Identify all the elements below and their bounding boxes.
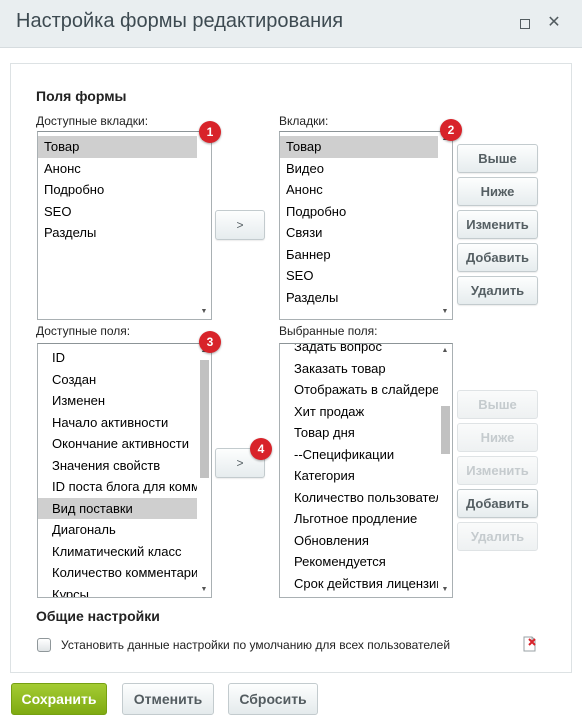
tab-up-button[interactable]: Выше — [457, 144, 538, 173]
cancel-button[interactable]: Отменить — [122, 683, 214, 715]
selected-fields-scrollbar[interactable]: ▲ ▼ — [438, 344, 452, 597]
tabs-list[interactable]: Товар Видео Анонс Подробно Связи Баннер SEO Раз… — [279, 131, 453, 320]
list-item[interactable]: Анонс — [38, 158, 197, 180]
list-item[interactable]: Связи — [280, 222, 438, 244]
list-item[interactable]: Задать вопрос — [280, 344, 438, 358]
scroll-down-icon[interactable]: ▼ — [197, 584, 211, 596]
list-item[interactable]: Видео — [280, 158, 438, 180]
list-item[interactable]: Подробно — [38, 179, 197, 201]
list-item[interactable]: Анонс — [280, 179, 438, 201]
list-item[interactable]: Создан — [38, 369, 197, 391]
list-item[interactable]: Начало активности — [38, 412, 197, 434]
list-item[interactable]: Климатический класс — [38, 541, 197, 563]
list-item[interactable]: Курсы — [38, 584, 197, 598]
default-for-all-label[interactable]: Установить данные настройки по умолчанию… — [61, 638, 450, 652]
badge-3: 3 — [199, 331, 221, 353]
available-tabs-scrollbar[interactable]: ▲ ▼ — [197, 132, 211, 319]
list-item[interactable]: Баннер — [280, 244, 438, 266]
available-fields-label: Доступные поля: — [36, 324, 131, 338]
list-item[interactable]: Категория — [280, 465, 438, 487]
list-item[interactable]: Изменен — [38, 390, 197, 412]
list-item[interactable]: Обновления — [280, 530, 438, 552]
list-item[interactable]: Срок действия лицензии — [280, 573, 438, 595]
list-item[interactable]: Вид поставки — [38, 497, 197, 519]
available-fields-scrollbar[interactable]: ▲ ▼ — [197, 344, 211, 597]
scroll-thumb[interactable] — [200, 360, 209, 478]
list-item[interactable]: Товар — [280, 136, 438, 158]
list-item[interactable]: Разделы — [280, 287, 438, 309]
list-item[interactable]: Рекомендуется — [280, 551, 438, 573]
list-item[interactable]: Диагональ — [38, 519, 197, 541]
close-icon[interactable]: ✕ — [546, 15, 562, 31]
list-item[interactable]: Значения свойств — [38, 455, 197, 477]
scroll-down-icon[interactable]: ▼ — [197, 306, 211, 318]
selected-fields-list[interactable]: Задать вопрос Заказать товар Отображать в … — [279, 343, 453, 598]
list-item[interactable]: Товар — [38, 136, 197, 158]
tabs-scrollbar[interactable]: ▲ ▼ — [438, 132, 452, 319]
tabs-label: Вкладки: — [279, 114, 329, 128]
tab-down-button[interactable]: Ниже — [457, 177, 538, 206]
default-for-all-checkbox[interactable] — [37, 638, 51, 652]
field-add-button[interactable]: Добавить — [457, 489, 538, 518]
reset-button[interactable]: Сбросить — [228, 683, 318, 715]
window-titlebar: Настройка формы редактирования ✕ — [0, 0, 582, 48]
list-item[interactable]: ID поста блога для комментариев — [38, 476, 197, 498]
add-tab-button[interactable]: > — [215, 210, 265, 240]
tab-delete-button[interactable]: Удалить — [457, 276, 538, 305]
list-item[interactable]: Разделы — [38, 222, 197, 244]
list-item[interactable]: Заказать товар — [280, 358, 438, 380]
list-item[interactable]: Товар дня — [280, 422, 438, 444]
list-item[interactable]: Окончание активности — [38, 433, 197, 455]
scroll-thumb[interactable] — [441, 406, 450, 454]
list-item[interactable]: --Спецификации — [280, 444, 438, 466]
list-item[interactable]: SEO — [38, 201, 197, 223]
scroll-up-icon[interactable]: ▲ — [438, 345, 452, 357]
window-title: Настройка формы редактирования — [16, 10, 344, 32]
delete-settings-icon[interactable] — [523, 636, 537, 652]
field-up-button[interactable]: Выше — [457, 390, 538, 419]
field-delete-button[interactable]: Удалить — [457, 522, 538, 551]
list-item[interactable]: Отображать в слайдере — [280, 379, 438, 401]
list-item[interactable]: Хит продаж — [280, 401, 438, 423]
badge-4: 4 — [250, 438, 272, 460]
list-item[interactable]: SEO — [280, 265, 438, 287]
list-item[interactable]: Количество комментариев — [38, 562, 197, 584]
available-tabs-label: Доступные вкладки: — [36, 114, 149, 128]
tab-add-button[interactable]: Добавить — [457, 243, 538, 272]
list-item[interactable]: Подробно — [280, 201, 438, 223]
badge-1: 1 — [199, 121, 221, 143]
list-item[interactable]: Льготное продление — [280, 508, 438, 530]
maximize-icon[interactable] — [516, 15, 532, 31]
selected-fields-label: Выбранные поля: — [279, 324, 378, 338]
field-down-button[interactable]: Ниже — [457, 423, 538, 452]
badge-2: 2 — [440, 119, 462, 141]
form-fields-title: Поля формы — [36, 88, 127, 104]
available-fields-list[interactable]: ID Создан Изменен Начало активности Окончани… — [37, 343, 212, 598]
list-item[interactable]: Количество пользователей — [280, 487, 438, 509]
list-item[interactable]: ID — [38, 347, 197, 369]
scroll-down-icon[interactable]: ▼ — [438, 306, 452, 318]
scroll-down-icon[interactable]: ▼ — [438, 584, 452, 596]
save-button[interactable]: Сохранить — [11, 683, 107, 715]
available-tabs-list[interactable]: ТоварАнонсПодробноSEOРазделы ▲ ▼ — [37, 131, 212, 320]
general-settings-title: Общие настройки — [36, 608, 160, 624]
field-edit-button[interactable]: Изменить — [457, 456, 538, 485]
tab-edit-button[interactable]: Изменить — [457, 210, 538, 239]
